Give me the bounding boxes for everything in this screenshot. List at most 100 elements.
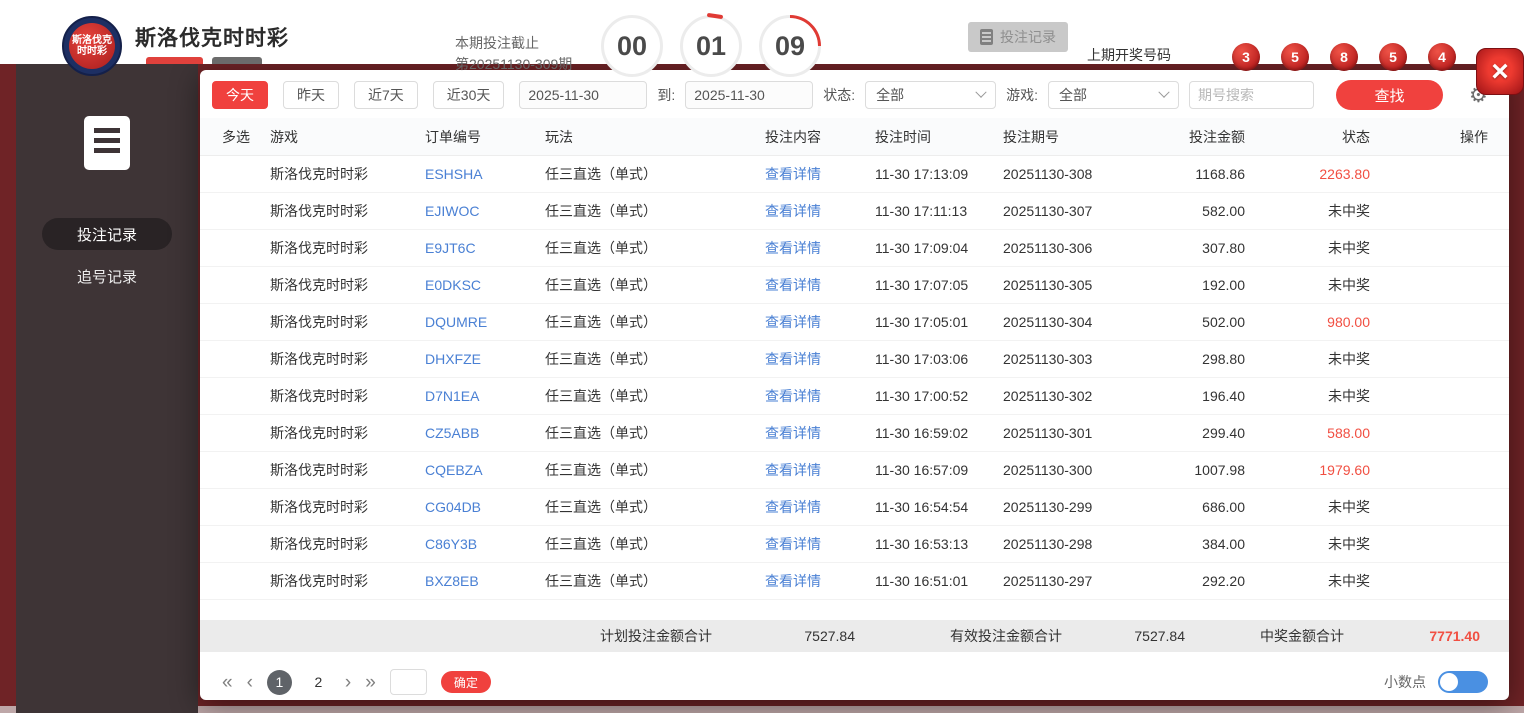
table-row: 斯洛伐克时时彩 E9JT6C 任三直选（单式） 查看详情 11-30 17:09:04 2… bbox=[200, 230, 1509, 267]
page-header: 斯洛伐克时时彩 斯洛伐克时时彩 本期投注截止 第20251130-309期 00… bbox=[0, 0, 1524, 90]
row-view-details-link[interactable]: 查看详情 bbox=[765, 312, 875, 332]
row-view-details-link[interactable]: 查看详情 bbox=[765, 164, 875, 184]
summary-row: 计划投注金额合计 7527.84 有效投注金额合计 7527.84 中奖金额合计… bbox=[200, 620, 1509, 652]
lottery-logo-text: 斯洛伐克时时彩 bbox=[69, 23, 115, 69]
date-to-input[interactable] bbox=[685, 81, 814, 109]
game-select[interactable]: 全部 bbox=[1048, 81, 1180, 109]
search-button[interactable]: 查找 bbox=[1336, 80, 1444, 110]
col-multi-select: 多选 bbox=[222, 128, 250, 145]
row-status: 未中奖 bbox=[1328, 573, 1370, 589]
row-bet-time: 11-30 17:11:13 bbox=[875, 203, 968, 219]
row-view-details-link[interactable]: 查看详情 bbox=[765, 460, 875, 480]
row-view-details-link[interactable]: 查看详情 bbox=[765, 386, 875, 406]
col-order-id: 订单编号 bbox=[425, 128, 481, 145]
sidebar-item-chase-records[interactable]: 追号记录 bbox=[42, 260, 172, 292]
header-tab-gray[interactable] bbox=[212, 57, 262, 64]
row-bet-period: 20251130-308 bbox=[1003, 166, 1093, 182]
row-bet-time: 11-30 16:51:01 bbox=[875, 573, 969, 589]
page-jump-confirm-button[interactable]: 确定 bbox=[440, 671, 491, 693]
filter-bar: 今天 昨天 近7天 近30天 到: 状态: 全部 游戏: 全部 查找 ⚙ bbox=[212, 80, 1497, 110]
date-from-input[interactable] bbox=[519, 81, 648, 109]
page-title: 斯洛伐克时时彩 bbox=[135, 27, 289, 50]
row-bet-period: 20251130-299 bbox=[1003, 499, 1093, 515]
row-bet-period: 20251130-306 bbox=[1003, 240, 1093, 256]
status-select[interactable]: 全部 bbox=[865, 81, 997, 109]
next-page-button[interactable]: › bbox=[345, 673, 351, 692]
table-row: 斯洛伐克时时彩 E0DKSC 任三直选（单式） 查看详情 11-30 17:07:05 2… bbox=[200, 267, 1509, 304]
countdown-minutes: 01 bbox=[680, 15, 742, 77]
row-play-type: 任三直选（单式） bbox=[545, 314, 657, 330]
quick-filter-yesterday[interactable]: 昨天 bbox=[283, 81, 339, 109]
row-view-details-link[interactable]: 查看详情 bbox=[765, 497, 875, 517]
row-bet-period: 20251130-301 bbox=[1003, 425, 1093, 441]
quick-filter-30days[interactable]: 近30天 bbox=[432, 81, 505, 109]
row-order-id[interactable]: CQEBZA bbox=[425, 462, 545, 478]
draw-ball: 4 bbox=[1428, 43, 1456, 71]
first-page-button[interactable]: « bbox=[222, 673, 233, 692]
col-bet-period: 投注期号 bbox=[1003, 128, 1059, 145]
row-order-id[interactable]: D7N1EA bbox=[425, 388, 545, 404]
sidebar-item-bet-records[interactable]: 投注记录 bbox=[42, 218, 172, 250]
row-play-type: 任三直选（单式） bbox=[545, 166, 657, 182]
row-order-id[interactable]: C86Y3B bbox=[425, 536, 545, 552]
row-order-id[interactable]: CZ5ABB bbox=[425, 425, 545, 441]
row-order-id[interactable]: DQUMRE bbox=[425, 314, 545, 330]
row-order-id[interactable]: E9JT6C bbox=[425, 240, 545, 256]
modal-backdrop: 投注记录 追号记录 今天 昨天 近7天 近30天 到: 状态: 全部 游戏: 全… bbox=[0, 64, 1524, 713]
last-page-button[interactable]: » bbox=[365, 673, 376, 692]
row-view-details-link[interactable]: 查看详情 bbox=[765, 275, 875, 295]
row-view-details-link[interactable]: 查看详情 bbox=[765, 534, 875, 554]
row-view-details-link[interactable]: 查看详情 bbox=[765, 349, 875, 369]
row-view-details-link[interactable]: 查看详情 bbox=[765, 201, 875, 221]
close-modal-button[interactable]: × bbox=[1476, 48, 1524, 95]
row-order-id[interactable]: DHXFZE bbox=[425, 351, 545, 367]
row-order-id[interactable]: BXZ8EB bbox=[425, 573, 545, 589]
row-order-id[interactable]: EJIWOC bbox=[425, 203, 545, 219]
row-play-type: 任三直选（单式） bbox=[545, 462, 657, 478]
row-status: 未中奖 bbox=[1328, 499, 1370, 515]
page-bottom-strip bbox=[0, 706, 1524, 713]
bet-record-button[interactable]: 投注记录 bbox=[968, 22, 1068, 52]
page-number-2[interactable]: 2 bbox=[306, 670, 331, 695]
row-bet-amount: 307.80 bbox=[1202, 240, 1245, 256]
row-bet-period: 20251130-297 bbox=[1003, 573, 1093, 589]
row-order-id[interactable]: ESHSHA bbox=[425, 166, 545, 182]
row-view-details-link[interactable]: 查看详情 bbox=[765, 238, 875, 258]
draw-ball: 5 bbox=[1281, 43, 1309, 71]
countdown: 00 01 09 bbox=[601, 2, 834, 90]
row-game: 斯洛伐克时时彩 bbox=[270, 166, 368, 182]
quick-filter-7days[interactable]: 近7天 bbox=[354, 81, 418, 109]
header-tab-red[interactable] bbox=[146, 57, 203, 64]
row-view-details-link[interactable]: 查看详情 bbox=[765, 423, 875, 443]
col-play-type: 玩法 bbox=[545, 128, 573, 145]
row-bet-amount: 292.20 bbox=[1202, 573, 1245, 589]
table-row: 斯洛伐克时时彩 DHXFZE 任三直选（单式） 查看详情 11-30 17:03:06 2… bbox=[200, 341, 1509, 378]
row-game: 斯洛伐克时时彩 bbox=[270, 240, 368, 256]
row-bet-amount: 1007.98 bbox=[1194, 462, 1245, 478]
row-game: 斯洛伐克时时彩 bbox=[270, 573, 368, 589]
table-body: 斯洛伐克时时彩 ESHSHA 任三直选（单式） 查看详情 11-30 17:13:09 2… bbox=[200, 156, 1509, 600]
last-draw-label: 上期开奖号码 bbox=[1087, 47, 1171, 63]
row-bet-period: 20251130-302 bbox=[1003, 388, 1093, 404]
page-jump-input[interactable] bbox=[389, 669, 427, 695]
row-bet-time: 11-30 17:03:06 bbox=[875, 351, 969, 367]
row-bet-amount: 299.40 bbox=[1202, 425, 1245, 441]
document-icon bbox=[84, 116, 130, 170]
decimal-toggle[interactable] bbox=[1438, 671, 1488, 693]
prev-page-button[interactable]: ‹ bbox=[247, 673, 253, 692]
valid-total-label: 有效投注金额合计 bbox=[950, 628, 1062, 644]
row-game: 斯洛伐克时时彩 bbox=[270, 388, 368, 404]
row-bet-amount: 502.00 bbox=[1202, 314, 1245, 330]
col-status: 状态 bbox=[1342, 128, 1370, 145]
row-status: 980.00 bbox=[1327, 314, 1370, 330]
row-status: 1979.60 bbox=[1319, 462, 1370, 478]
period-search-input[interactable] bbox=[1189, 81, 1315, 109]
row-view-details-link[interactable]: 查看详情 bbox=[765, 571, 875, 591]
row-order-id[interactable]: E0DKSC bbox=[425, 277, 545, 293]
planned-total-value: 7527.84 bbox=[804, 628, 855, 644]
row-status: 588.00 bbox=[1327, 425, 1370, 441]
quick-filter-today[interactable]: 今天 bbox=[212, 81, 268, 109]
page-number-1[interactable]: 1 bbox=[266, 669, 292, 695]
col-game: 游戏 bbox=[270, 128, 298, 145]
row-order-id[interactable]: CG04DB bbox=[425, 499, 545, 515]
